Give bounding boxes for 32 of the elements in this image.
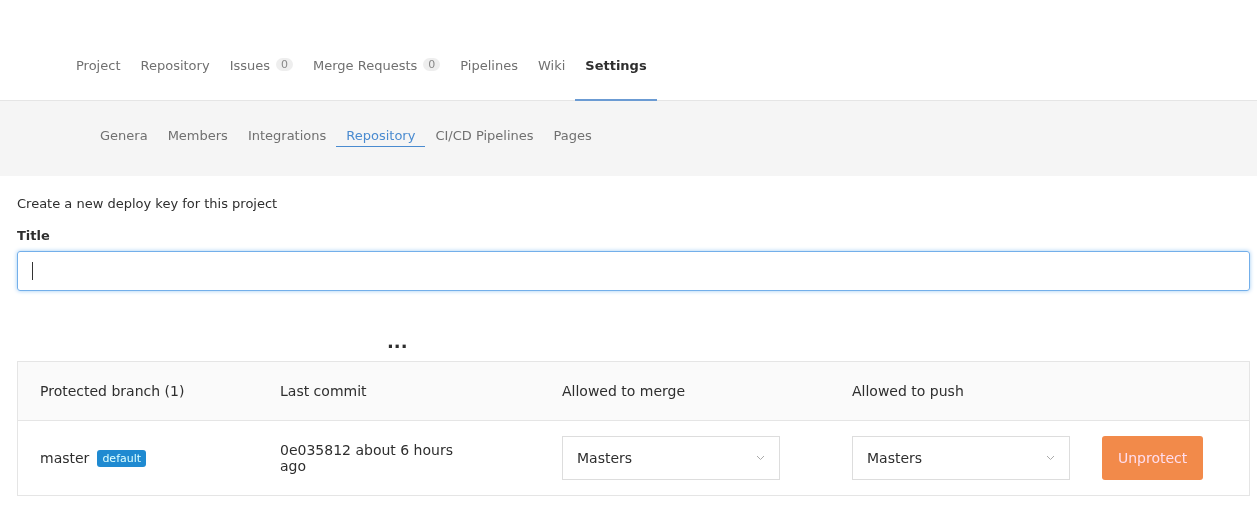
subnav-tab[interactable]: Integrations xyxy=(237,128,337,146)
nav-tab[interactable]: Merge Requests 0 xyxy=(303,58,451,101)
subnav-tab[interactable]: Pages xyxy=(543,128,602,146)
subnav-tab[interactable]: Members xyxy=(157,128,238,146)
title-input-field[interactable] xyxy=(17,251,1250,291)
subnav-tab[interactable]: CI/CD Pipelines xyxy=(425,128,544,146)
ellipsis: ... xyxy=(387,331,408,352)
subnav-tab[interactable]: Repository xyxy=(336,128,426,147)
select-value: Masters xyxy=(577,450,633,466)
text-cursor xyxy=(32,262,33,280)
push-access-select[interactable]: Masters xyxy=(852,436,1070,480)
section-heading: Create a new deploy key for this project xyxy=(17,196,279,211)
merge-access-select[interactable]: Masters xyxy=(562,436,780,480)
nav-tab[interactable]: Repository xyxy=(130,58,220,101)
chevron-down-icon xyxy=(1046,455,1055,461)
nav-tab[interactable]: Project xyxy=(66,58,131,101)
select-value: Masters xyxy=(867,450,923,466)
last-commit: 0e035812 about 6 hours ago xyxy=(280,442,454,474)
column-header: Last commit xyxy=(280,383,368,399)
count-badge: 0 xyxy=(423,58,441,71)
branch-name: master xyxy=(40,450,90,466)
subnav-tab[interactable]: Genera xyxy=(90,128,158,146)
column-header: Allowed to push xyxy=(852,383,965,399)
field-label: Title xyxy=(17,228,51,243)
count-badge: 0 xyxy=(276,58,293,71)
nav-tab[interactable]: Wiki xyxy=(527,58,576,101)
nav-tab[interactable]: Issues 0 xyxy=(219,58,303,101)
chevron-down-icon xyxy=(756,455,765,461)
nav-tab[interactable]: Pipelines xyxy=(450,58,528,101)
column-header: Allowed to merge xyxy=(562,383,687,399)
default-badge: default xyxy=(97,449,147,467)
column-header: Protected branch (1) xyxy=(40,383,186,399)
